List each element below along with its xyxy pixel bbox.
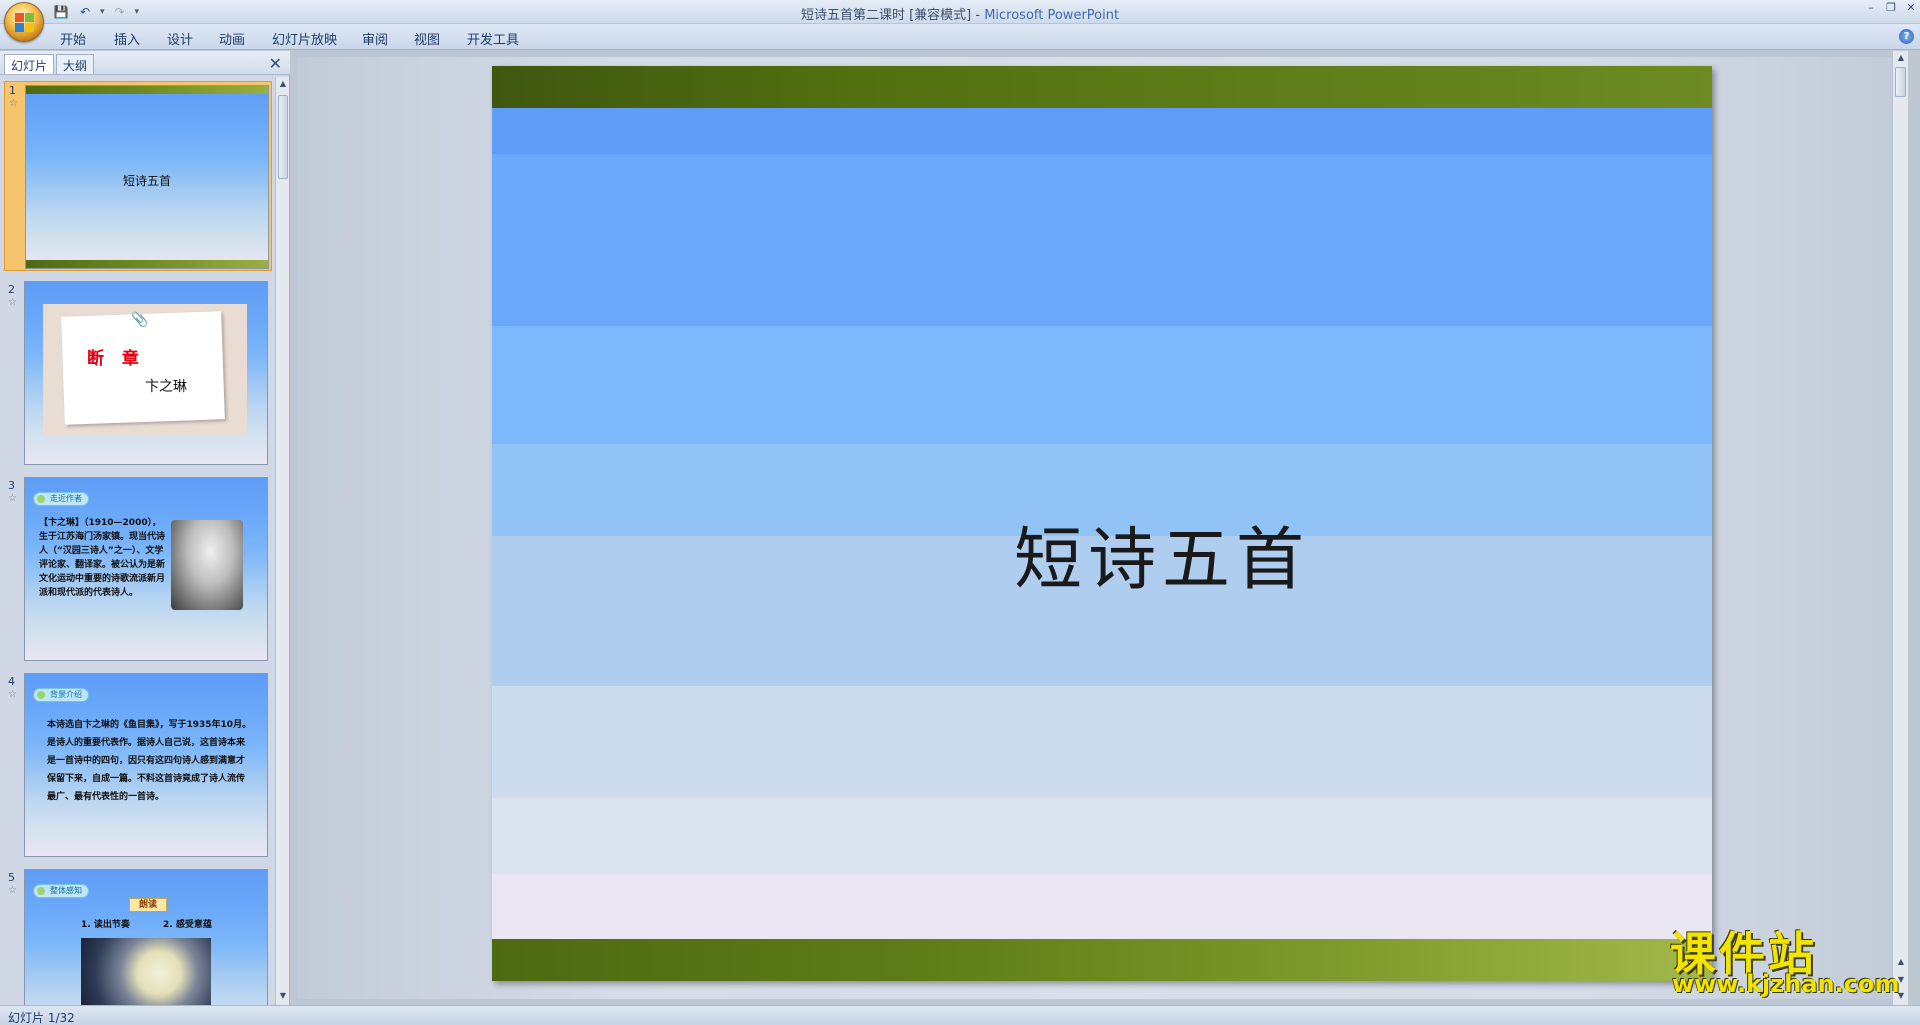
slide-number: 2 xyxy=(8,283,15,296)
animation-star-icon: ☆ xyxy=(8,493,17,504)
thumb-item-1: 1. 读出节奏 xyxy=(81,920,130,930)
thumb-title: 断 章 xyxy=(87,349,145,369)
status-bar: 幻灯片 1/32 xyxy=(0,1005,1920,1025)
thumb-item-2: 2. 感受意蕴 xyxy=(163,920,212,930)
scroll-down-icon[interactable]: ▼ xyxy=(277,991,289,1003)
help-icon[interactable]: ? xyxy=(1899,29,1914,44)
animation-star-icon: ☆ xyxy=(9,98,18,109)
paperclip-icon: 📎 xyxy=(131,312,149,328)
tab-design[interactable]: 设计 xyxy=(167,29,193,48)
tab-developer[interactable]: 开发工具 xyxy=(467,29,519,48)
moon-image xyxy=(81,938,211,1005)
thumbnail-preview: 短诗五首 xyxy=(25,85,269,269)
tab-animation[interactable]: 动画 xyxy=(219,29,245,48)
window-controls: – ❐ ✕ xyxy=(1864,1,1918,15)
watermark-url: www.kjzhan.com xyxy=(1672,970,1900,998)
tab-slides[interactable]: 幻灯片 xyxy=(4,54,55,74)
close-icon[interactable]: ✕ xyxy=(1904,1,1918,15)
title-separator: - xyxy=(971,8,985,23)
thumbnail-slide-1[interactable]: 1 ☆ 短诗五首 xyxy=(4,81,272,271)
thumbnail-preview: 背景介绍 本诗选自卞之琳的《鱼目集》，写于1935年10月。是诗人的重要代表作。… xyxy=(24,673,268,857)
stripe-3 xyxy=(492,326,1712,444)
thumb-author: 卞之琳 xyxy=(145,379,187,395)
tab-slideshow[interactable]: 幻灯片放映 xyxy=(272,29,337,48)
slide-number: 5 xyxy=(8,871,15,884)
reading-label: 朗读 xyxy=(129,898,167,912)
thumb-title: 短诗五首 xyxy=(122,174,171,188)
tab-review[interactable]: 审阅 xyxy=(362,29,388,48)
thumb-bottom-bar xyxy=(26,260,268,268)
thumbnail-preview: 整体感知 朗读 1. 读出节奏 2. 感受意蕴 xyxy=(24,869,268,1005)
section-badge: 背景介绍 xyxy=(33,688,89,702)
section-badge: 走近作者 xyxy=(33,492,89,506)
thumbnail-scrollbar[interactable]: ▲ ▼ xyxy=(275,77,289,1005)
restore-icon[interactable]: ❐ xyxy=(1884,1,1898,15)
title-bar: 💾 ↶ ▾ ↷ ▾ 短诗五首第二课时 [兼容模式] - Microsoft Po… xyxy=(0,0,1920,42)
slide-bottom-bar xyxy=(492,939,1712,981)
thumbnail-list: 1 ☆ 短诗五首 2 ☆ 📎 断 章 卞之琳 3 ☆ 走近作者 【卞之琳】（19… xyxy=(0,77,276,1005)
slide-number: 4 xyxy=(8,675,15,688)
close-panel-icon[interactable]: ✕ xyxy=(269,54,282,73)
editor-scrollbar[interactable]: ▲ ▲ ▼ ▼ xyxy=(1892,51,1908,1005)
slide-number: 1 xyxy=(9,84,16,97)
app-name: Microsoft PowerPoint xyxy=(984,8,1120,23)
watermark-logo: 课件站 www.kjzhan.com xyxy=(1670,918,1910,1002)
section-badge: 整体感知 xyxy=(33,884,89,898)
animation-star-icon: ☆ xyxy=(8,297,17,308)
slide-counter: 幻灯片 1/32 xyxy=(8,1011,75,1025)
thumb-body-text: 本诗选自卞之琳的《鱼目集》，写于1935年10月。是诗人的重要代表作。据诗人自己… xyxy=(47,720,252,802)
tab-view[interactable]: 视图 xyxy=(414,29,440,48)
minimize-icon[interactable]: – xyxy=(1864,1,1878,15)
office-logo-icon xyxy=(15,13,35,33)
stripe-7 xyxy=(492,798,1712,874)
current-slide[interactable]: 短诗五首 xyxy=(492,66,1712,981)
tab-home[interactable]: 开始 xyxy=(60,29,86,48)
stripe-1 xyxy=(492,108,1712,154)
thumb-body-text: 【卞之琳】（1910—2000），生于江苏海门汤家镇。现当代诗人（“汉园三诗人”… xyxy=(39,518,166,598)
document-title: 短诗五首第二课时 [兼容模式] xyxy=(800,8,972,23)
thumbnail-preview: 走近作者 【卞之琳】（1910—2000），生于江苏海门汤家镇。现当代诗人（“汉… xyxy=(24,477,268,661)
thumbnail-preview: 📎 断 章 卞之琳 xyxy=(24,281,268,465)
author-portrait xyxy=(171,520,243,610)
slide-title[interactable]: 短诗五首 xyxy=(492,504,1712,603)
thumb-top-bar xyxy=(26,86,268,94)
stripe-8 xyxy=(492,874,1712,939)
ribbon-tab-bar: 开始 插入 设计 动画 幻灯片放映 审阅 视图 开发工具 ? xyxy=(0,24,1920,50)
scroll-up-icon[interactable]: ▲ xyxy=(1895,53,1907,65)
slide-top-bar xyxy=(492,66,1712,108)
stripe-2 xyxy=(492,154,1712,326)
scroll-up-icon[interactable]: ▲ xyxy=(277,79,289,91)
panel-tab-bar: 幻灯片 大纲 ✕ xyxy=(0,51,290,75)
stripe-6 xyxy=(492,686,1712,798)
scroll-thumb[interactable] xyxy=(278,95,288,179)
window-title: 短诗五首第二课时 [兼容模式] - Microsoft PowerPoint xyxy=(0,4,1920,23)
tab-outline[interactable]: 大纲 xyxy=(56,54,95,74)
office-button[interactable] xyxy=(4,2,44,42)
slide-number: 3 xyxy=(8,479,15,492)
tab-insert[interactable]: 插入 xyxy=(114,29,140,48)
animation-star-icon: ☆ xyxy=(8,885,17,896)
slides-panel: 幻灯片 大纲 ✕ 1 ☆ 短诗五首 2 ☆ 📎 断 章 卞之琳 3 ☆ 走近作者… xyxy=(0,51,290,1005)
animation-star-icon: ☆ xyxy=(8,689,17,700)
scroll-thumb[interactable] xyxy=(1895,67,1906,97)
